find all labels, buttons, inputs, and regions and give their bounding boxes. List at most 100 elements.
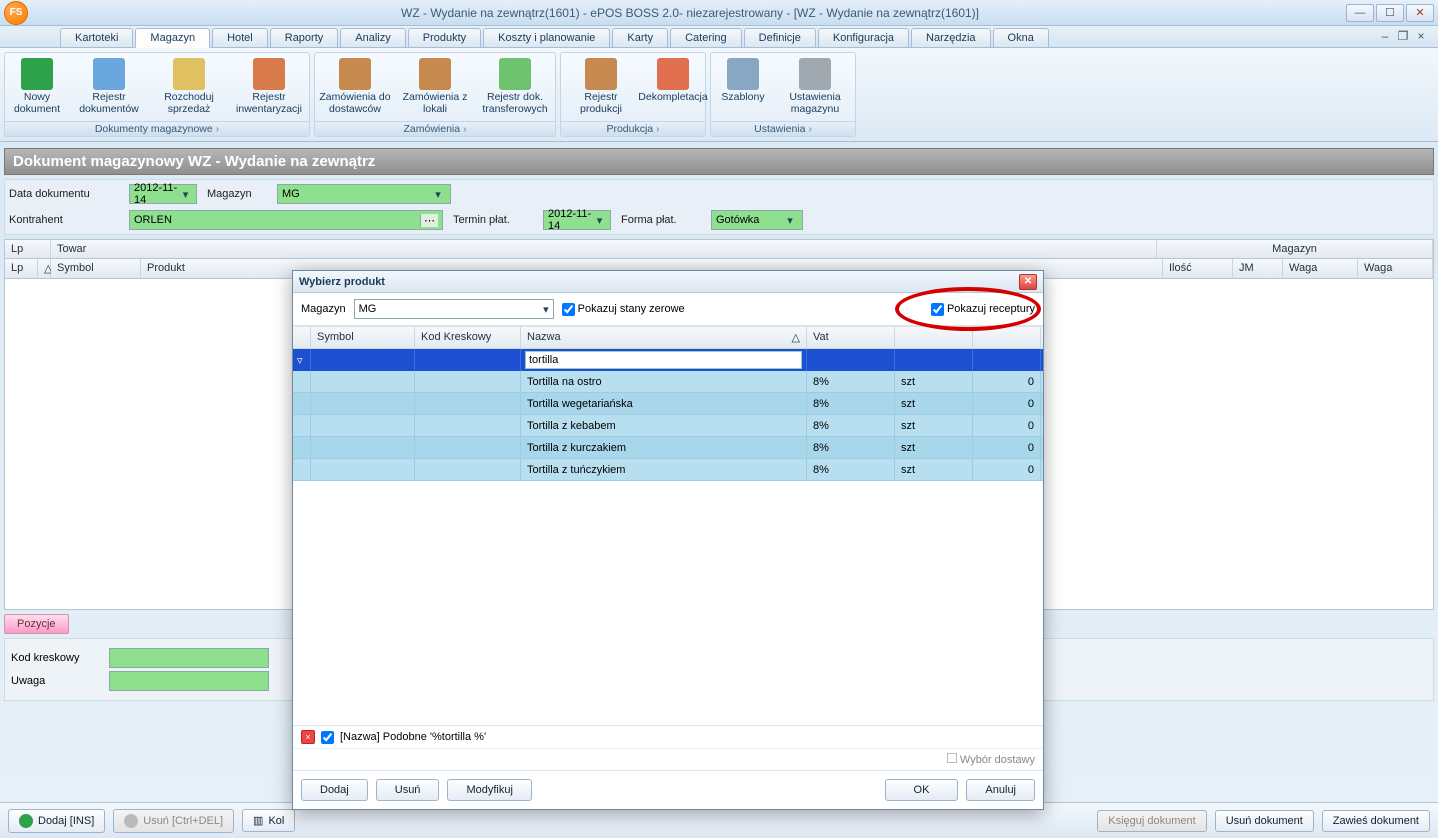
- dialog-dodaj-button[interactable]: Dodaj: [301, 779, 368, 801]
- kontrahent-field[interactable]: ORLEN⋯: [129, 210, 443, 230]
- menu-tab-narzędzia[interactable]: Narzędzia: [911, 28, 991, 47]
- col-stan[interactable]: [973, 327, 1041, 349]
- chevron-down-icon[interactable]: ▾: [430, 188, 446, 201]
- ribbon-zam-wienia-z-lokali[interactable]: Zamówienia z lokali: [395, 53, 475, 121]
- clear-filter-button[interactable]: ×: [301, 730, 315, 744]
- col-nazwa[interactable]: Nazwa△: [521, 327, 807, 349]
- mdi-close-icon[interactable]: ×: [1414, 30, 1428, 44]
- mdi-minimize-icon[interactable]: –: [1378, 30, 1392, 44]
- kolumny-button[interactable]: ▥Kol: [242, 809, 295, 832]
- dialog-usun-button[interactable]: Usuń: [376, 779, 440, 801]
- close-button[interactable]: ✕: [1406, 4, 1434, 22]
- tab-pozycje[interactable]: Pozycje: [4, 614, 69, 634]
- filter-symbol[interactable]: [311, 349, 415, 371]
- filter-active-chk[interactable]: [321, 731, 334, 744]
- ribbon-ustawienia-magazynu[interactable]: Ustawienia magazynu: [775, 53, 855, 121]
- menu-tab-koszty i planowanie[interactable]: Koszty i planowanie: [483, 28, 610, 47]
- menu-tab-okna[interactable]: Okna: [993, 28, 1049, 47]
- menu-tab-analizy[interactable]: Analizy: [340, 28, 405, 47]
- menu-tab-catering[interactable]: Catering: [670, 28, 742, 47]
- ribbon-dekompletacja[interactable]: Dekompletacja: [641, 53, 705, 121]
- col-kod[interactable]: Kod Kreskowy: [415, 327, 521, 349]
- col-jm-h[interactable]: [895, 327, 973, 349]
- document-header: Dokument magazynowy WZ - Wydanie na zewn…: [4, 148, 1434, 175]
- menu-tab-karty[interactable]: Karty: [612, 28, 668, 47]
- cell: [415, 459, 521, 480]
- filter-jm[interactable]: [895, 349, 973, 371]
- magazyn-label: Magazyn: [207, 188, 267, 200]
- menu-tab-magazyn[interactable]: Magazyn: [135, 28, 210, 48]
- filter-vat[interactable]: [807, 349, 895, 371]
- ribbon-rejestr-inwentaryzacji[interactable]: Rejestr inwentaryzacji: [229, 53, 309, 121]
- chevron-down-icon[interactable]: ▾: [593, 214, 606, 227]
- filter-kod[interactable]: [415, 349, 521, 371]
- menu-tab-konfiguracja[interactable]: Konfiguracja: [818, 28, 909, 47]
- product-row[interactable]: Tortilla z kurczakiem8%szt0: [293, 437, 1043, 459]
- ribbon-nowy-dokument[interactable]: Nowy dokument: [5, 53, 69, 121]
- maximize-button[interactable]: ☐: [1376, 4, 1404, 22]
- kod-kreskowy-input[interactable]: [109, 648, 269, 668]
- ribbon-label: Rejestr dokumentów: [72, 92, 146, 115]
- menu-tab-definicje[interactable]: Definicje: [744, 28, 816, 47]
- cell: [311, 415, 415, 436]
- magazyn-field[interactable]: MG▾: [277, 184, 451, 204]
- dialog-ok-button[interactable]: OK: [885, 779, 959, 801]
- menu-tab-hotel[interactable]: Hotel: [212, 28, 268, 47]
- filter-nazwa[interactable]: [521, 349, 807, 371]
- lookup-button[interactable]: ⋯: [420, 214, 438, 227]
- ksieguj-button[interactable]: Księguj dokument: [1097, 810, 1206, 832]
- product-row[interactable]: Tortilla z tuńczykiem8%szt0: [293, 459, 1043, 481]
- cell: Tortilla z tuńczykiem: [521, 459, 807, 480]
- col-sort[interactable]: △: [38, 259, 51, 278]
- ribbon-rejestr-dok-transferowych[interactable]: Rejestr dok. transferowych: [475, 53, 555, 121]
- dialog-magazyn-select[interactable]: MG▾: [354, 299, 554, 319]
- ribbon-rejestr-dokument-w[interactable]: Rejestr dokumentów: [69, 53, 149, 121]
- col-magazyn-group[interactable]: Magazyn: [1157, 240, 1433, 258]
- usun-button[interactable]: Usuń [Ctrl+DEL]: [113, 809, 234, 833]
- product-row[interactable]: Tortilla na ostro8%szt0: [293, 371, 1043, 393]
- dialog-close-button[interactable]: ✕: [1019, 274, 1037, 290]
- cell: [293, 371, 311, 392]
- filter-icon[interactable]: ▿: [293, 349, 311, 371]
- menu-tab-produkty[interactable]: Produkty: [408, 28, 481, 47]
- chk-stany-zerowe[interactable]: Pokazuj stany zerowe: [562, 303, 685, 316]
- data-dokumentu-field[interactable]: 2012-11-14▾: [129, 184, 197, 204]
- ribbon-rozchoduj-sprzeda-[interactable]: Rozchoduj sprzedaż: [149, 53, 229, 121]
- col-lp2[interactable]: Lp: [5, 259, 38, 278]
- col-waga1[interactable]: Waga: [1283, 259, 1358, 278]
- filter-nazwa-input[interactable]: [525, 351, 802, 369]
- uwaga-input[interactable]: [109, 671, 269, 691]
- product-row[interactable]: Tortilla wegetariańska8%szt0: [293, 393, 1043, 415]
- col-ilosc[interactable]: Ilość: [1163, 259, 1233, 278]
- termin-field[interactable]: 2012-11-14▾: [543, 210, 611, 230]
- chevron-down-icon[interactable]: ▾: [782, 214, 798, 227]
- ribbon-rejestr-produkcji[interactable]: Rejestr produkcji: [561, 53, 641, 121]
- product-row[interactable]: Tortilla z kebabem8%szt0: [293, 415, 1043, 437]
- zawies-button[interactable]: Zawieś dokument: [1322, 810, 1430, 832]
- dialog-anuluj-button[interactable]: Anuluj: [966, 779, 1035, 801]
- ribbon-zam-wienia-do-dostawc-w[interactable]: Zamówienia do dostawców: [315, 53, 395, 121]
- col-symbol[interactable]: Symbol: [311, 327, 415, 349]
- minimize-button[interactable]: —: [1346, 4, 1374, 22]
- col-waga2[interactable]: Waga: [1358, 259, 1433, 278]
- chk-pokazuj-receptury[interactable]: Pokazuj receptury: [931, 303, 1035, 316]
- col-lp[interactable]: Lp: [5, 240, 51, 258]
- usun-dokument-button[interactable]: Usuń dokument: [1215, 810, 1314, 832]
- menu-tab-kartoteki[interactable]: Kartoteki: [60, 28, 133, 47]
- dodaj-button[interactable]: Dodaj [INS]: [8, 809, 105, 833]
- filter-stan[interactable]: [973, 349, 1041, 371]
- col-jm[interactable]: JM: [1233, 259, 1283, 278]
- chevron-down-icon[interactable]: ▾: [179, 188, 192, 201]
- col-symbol[interactable]: Symbol: [51, 259, 141, 278]
- chk-pokazuj-receptury-box[interactable]: [931, 303, 944, 316]
- mdi-restore-icon[interactable]: ❐: [1396, 30, 1410, 44]
- titlebar: FS WZ - Wydanie na zewnątrz(1601) - ePOS…: [0, 0, 1438, 26]
- col-vat[interactable]: Vat: [807, 327, 895, 349]
- menu-tab-raporty[interactable]: Raporty: [270, 28, 339, 47]
- dialog-modyfikuj-button[interactable]: Modyfikuj: [447, 779, 531, 801]
- col-towar[interactable]: Towar: [51, 240, 1157, 258]
- forma-field[interactable]: Gotówka▾: [711, 210, 803, 230]
- ribbon-szablony[interactable]: Szablony: [711, 53, 775, 121]
- chk-stany-zerowe-box[interactable]: [562, 303, 575, 316]
- chevron-down-icon[interactable]: ▾: [543, 303, 549, 316]
